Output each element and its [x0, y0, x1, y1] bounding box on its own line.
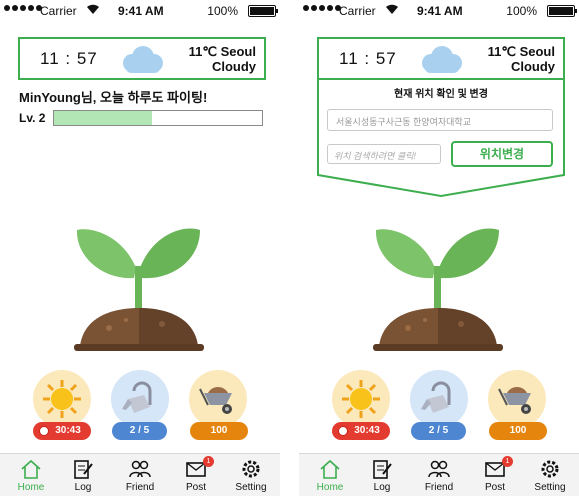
battery-icon	[547, 5, 577, 17]
watering-can-icon	[421, 381, 451, 413]
location-search-input[interactable]: 위치 검색하려면 클릭!	[327, 144, 441, 164]
weather-condition: Cloudy	[211, 59, 256, 74]
status-bar: Carrier 9:41 AM 100%	[299, 0, 579, 22]
sun-icon	[342, 380, 380, 418]
sun-timer-label: 30:43	[354, 425, 380, 436]
tab-home-label: Home	[17, 482, 45, 493]
weather-condition: Cloudy	[510, 59, 555, 74]
tab-post-label: Post	[185, 482, 206, 493]
tab-home[interactable]: Home	[304, 458, 356, 493]
tab-friend[interactable]: Friend	[413, 458, 465, 493]
tab-setting-label: Setting	[534, 482, 566, 493]
wheelbarrow-icon	[498, 387, 531, 414]
tab-post-label: Post	[484, 482, 505, 493]
greeting-text: MinYoung님, 오늘 하루도 파이팅!	[19, 90, 208, 105]
home-screen-location: Carrier 9:41 AM 100% 현재 위치 확인 및 변경 서울시성동…	[299, 0, 579, 496]
home-icon	[21, 459, 41, 479]
sun-button[interactable]	[33, 370, 91, 428]
tab-log-label: Log	[373, 482, 391, 493]
plant-sprout[interactable]	[74, 218, 204, 356]
location-title: 현재 위치 확인 및 변경	[394, 89, 488, 100]
current-address-field[interactable]: 서울시성동구사근동 한양여자대학교	[327, 109, 553, 131]
carrier-label: Carrier	[339, 4, 376, 18]
sun-button[interactable]	[332, 370, 390, 428]
wheelbarrow-icon	[199, 387, 232, 414]
temperature-city: 11℃ Seoul	[487, 44, 555, 59]
sun-timer-badge: 30:43	[33, 422, 91, 440]
watering-can-icon	[122, 381, 152, 413]
level-progress-bar	[53, 110, 263, 126]
post-badge: 1	[203, 456, 214, 467]
log-icon	[373, 460, 392, 479]
water-count-badge: 2 / 5	[112, 422, 167, 440]
fertilizer-count-badge: 100	[489, 422, 547, 440]
signal-icon	[303, 5, 341, 11]
weather-card[interactable]: 11 : 57 11℃ Seoul Cloudy	[317, 37, 565, 80]
home-icon	[320, 459, 340, 479]
tab-log[interactable]: Log	[57, 458, 109, 493]
cloud-icon	[422, 46, 462, 73]
tab-friend-label: Friend	[125, 482, 155, 493]
tab-bar: Home Log Friend 1 Post Setting	[0, 453, 280, 496]
tab-setting-label: Setting	[235, 482, 267, 493]
cloud-icon	[123, 46, 163, 73]
tab-home[interactable]: Home	[5, 458, 57, 493]
sun-timer-label: 30:43	[55, 425, 81, 436]
post-badge: 1	[502, 456, 513, 467]
tab-log[interactable]: Log	[356, 458, 408, 493]
fertilizer-button[interactable]	[189, 370, 247, 428]
status-time: 9:41 AM	[417, 4, 463, 18]
water-count-badge: 2 / 5	[411, 422, 466, 440]
level-progress-fill	[54, 111, 152, 125]
tab-post[interactable]: 1 Post	[170, 456, 222, 493]
signal-icon	[4, 5, 42, 11]
tab-post[interactable]: 1 Post	[469, 456, 521, 493]
change-location-button[interactable]: 위치변경	[451, 141, 553, 167]
log-icon	[74, 460, 93, 479]
sun-icon	[43, 380, 81, 418]
sun-timer-badge: 30:43	[332, 422, 390, 440]
tab-friend[interactable]: Friend	[114, 458, 166, 493]
gear-icon	[541, 460, 559, 478]
wifi-icon	[87, 4, 99, 14]
weather-card[interactable]: 11 : 57 11℃ Seoul Cloudy	[18, 37, 266, 80]
clock-display: 11 : 57	[40, 49, 98, 68]
battery-icon	[248, 5, 278, 17]
level-label: Lv. 2	[19, 111, 46, 125]
clock-display: 11 : 57	[339, 49, 397, 68]
tab-bar: Home Log Friend 1 Post Setting	[299, 453, 579, 496]
friend-icon	[428, 460, 450, 478]
fertilizer-button[interactable]	[488, 370, 546, 428]
tab-log-label: Log	[74, 482, 92, 493]
gear-icon	[242, 460, 260, 478]
home-screen: Carrier 9:41 AM 100% 11 : 57 11℃ Seoul C…	[0, 0, 280, 496]
plant-sprout[interactable]	[373, 218, 503, 356]
friend-icon	[129, 460, 151, 478]
status-time: 9:41 AM	[118, 4, 164, 18]
temperature-city: 11℃ Seoul	[188, 44, 256, 59]
status-bar: Carrier 9:41 AM 100%	[0, 0, 280, 22]
clock-icon	[39, 426, 49, 436]
water-button[interactable]	[111, 370, 169, 428]
carrier-label: Carrier	[40, 4, 77, 18]
tab-home-label: Home	[316, 482, 344, 493]
tab-setting[interactable]: Setting	[225, 458, 277, 493]
tab-friend-label: Friend	[424, 482, 454, 493]
clock-icon	[338, 426, 348, 436]
battery-percent: 100%	[207, 4, 238, 18]
battery-percent: 100%	[506, 4, 537, 18]
fertilizer-count-badge: 100	[190, 422, 248, 440]
wifi-icon	[386, 4, 398, 14]
screen-divider	[280, 0, 299, 496]
tab-setting[interactable]: Setting	[524, 458, 576, 493]
water-button[interactable]	[410, 370, 468, 428]
